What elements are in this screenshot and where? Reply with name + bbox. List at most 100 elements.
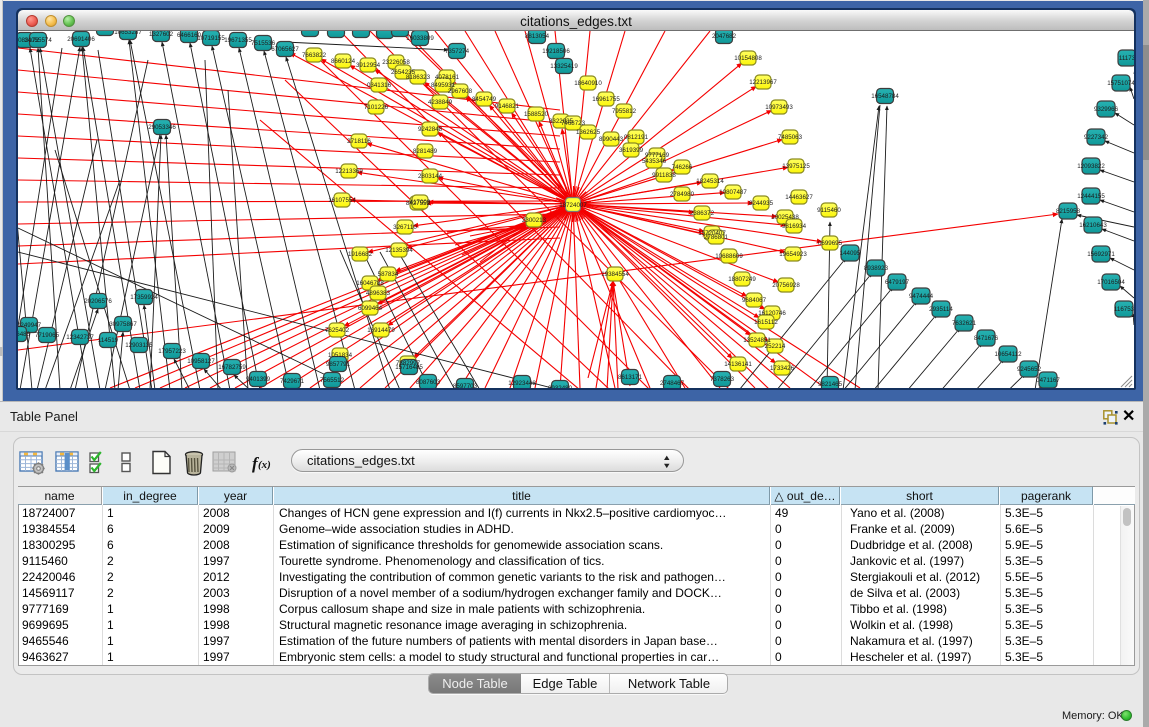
svg-text:18807249: 18807249 (728, 276, 756, 283)
svg-text:4238849: 4238849 (428, 99, 453, 106)
svg-text:7625402: 7625402 (325, 327, 350, 334)
svg-text:8813054: 8813054 (525, 33, 550, 40)
svg-text:2967608: 2967608 (448, 88, 473, 95)
svg-text:13325419: 13325419 (550, 63, 578, 70)
svg-text:19671355: 19671355 (224, 37, 252, 44)
svg-text:18245314: 18245314 (696, 178, 724, 185)
svg-text:12213967: 12213967 (749, 79, 777, 86)
svg-text:8087603: 8087603 (416, 379, 441, 386)
svg-text:1916682: 1916682 (348, 251, 373, 258)
svg-text:1733426: 1733426 (770, 365, 795, 372)
svg-text:3267110: 3267110 (393, 224, 417, 231)
svg-text:7955812: 7955812 (612, 108, 637, 115)
svg-text:8454749: 8454749 (472, 96, 497, 103)
svg-text:14136141: 14136141 (724, 361, 752, 368)
svg-text:9242848: 9242848 (418, 126, 443, 133)
svg-text:2786801: 2786801 (704, 234, 729, 241)
svg-text:8990443: 8990443 (599, 136, 624, 143)
svg-text:10025438: 10025438 (771, 214, 799, 221)
svg-text:3619399: 3619399 (619, 147, 644, 154)
svg-text:1746488: 1746488 (18, 331, 31, 338)
svg-text:9146821: 9146821 (495, 103, 520, 110)
svg-text:2047682: 2047682 (712, 33, 737, 40)
svg-text:114519: 114519 (98, 337, 119, 344)
svg-text:8660124: 8660124 (331, 58, 356, 65)
svg-text:20206576: 20206576 (84, 298, 112, 305)
svg-text:0471167: 0471167 (1036, 377, 1060, 384)
svg-text:0932480: 0932480 (548, 385, 573, 388)
svg-text:0699695: 0699695 (818, 240, 843, 247)
svg-text:12923448: 12923448 (508, 380, 536, 387)
svg-text:15716485: 15716485 (395, 364, 423, 371)
svg-text:12903135: 12903135 (125, 342, 153, 349)
svg-text:8244935: 8244935 (749, 200, 774, 207)
svg-text:4078161: 4078161 (435, 74, 460, 81)
svg-text:18724007: 18724007 (559, 202, 587, 209)
svg-text:15692971: 15692971 (1087, 251, 1115, 258)
svg-text:0341316: 0341316 (367, 82, 392, 89)
svg-text:2748467: 2748467 (660, 380, 685, 387)
svg-text:67065627: 67065627 (271, 46, 299, 53)
svg-text:5435346: 5435346 (642, 158, 667, 165)
svg-text:10654112: 10654112 (994, 351, 1022, 358)
svg-text:2300213: 2300213 (522, 217, 547, 224)
svg-text:9911838: 9911838 (652, 172, 676, 179)
svg-text:1327602: 1327602 (149, 31, 174, 38)
svg-text:11173: 11173 (1119, 55, 1134, 62)
svg-text:7357274: 7357274 (445, 48, 470, 55)
svg-text:9227342: 9227342 (1084, 134, 1109, 141)
svg-text:29053346: 29053346 (148, 124, 176, 131)
svg-text:9474444: 9474444 (909, 293, 934, 300)
svg-text:1051834: 1051834 (328, 352, 353, 359)
svg-text:12444155: 12444155 (1077, 193, 1105, 200)
svg-text:8215958: 8215958 (1056, 208, 1081, 215)
svg-text:13975125: 13975125 (782, 163, 810, 170)
svg-text:746266: 746266 (672, 164, 693, 171)
svg-text:8186323: 8186323 (406, 74, 431, 81)
svg-text:3912954: 3912954 (356, 62, 381, 69)
svg-text:9684067: 9684067 (742, 297, 767, 304)
svg-text:417008: 417008 (410, 199, 431, 206)
svg-text:2718116: 2718116 (347, 138, 371, 145)
svg-text:10653287: 10653287 (114, 31, 142, 36)
svg-text:16782759: 16782759 (218, 364, 246, 371)
svg-text:7719065: 7719065 (35, 332, 60, 339)
svg-text:1362625: 1362625 (576, 129, 601, 136)
svg-text:9401399: 9401399 (246, 376, 271, 383)
svg-text:7632621: 7632621 (952, 320, 977, 327)
svg-text:16107554: 16107554 (328, 197, 356, 204)
svg-text:8613171: 8613171 (618, 374, 643, 381)
svg-text:16046788: 16046788 (356, 280, 384, 287)
svg-text:7378263: 7378263 (710, 376, 735, 383)
svg-text:0812191: 0812191 (624, 134, 649, 141)
svg-text:23226058: 23226058 (382, 59, 410, 66)
svg-text:252214: 252214 (765, 343, 786, 350)
svg-text:17359924: 17359924 (130, 294, 158, 301)
svg-text:14055574: 14055574 (24, 37, 52, 44)
svg-text:9816934: 9816934 (782, 223, 807, 230)
svg-text:7663822: 7663822 (302, 52, 327, 59)
svg-text:7468723: 7468723 (561, 120, 586, 127)
svg-text:2784980: 2784980 (670, 191, 695, 198)
svg-text:6479197: 6479197 (885, 279, 910, 286)
svg-text:8471676: 8471676 (974, 335, 999, 342)
svg-text:8281489: 8281489 (413, 148, 438, 155)
svg-text:14463627: 14463627 (785, 194, 813, 201)
svg-text:2935114: 2935114 (929, 306, 953, 313)
svg-text:20691406: 20691406 (67, 36, 95, 43)
svg-text:4896383: 4896383 (366, 290, 391, 297)
svg-text:144095: 144095 (840, 250, 861, 257)
svg-text:0249947: 0249947 (18, 322, 42, 329)
svg-text:10973493: 10973493 (765, 104, 793, 111)
svg-text:16033809: 16033809 (406, 35, 434, 42)
svg-text:30975867: 30975867 (109, 321, 137, 328)
svg-text:18640910: 18640910 (574, 80, 602, 87)
svg-text:9329966: 9329966 (1094, 106, 1119, 113)
svg-text:7565512: 7565512 (320, 377, 345, 384)
svg-text:15751074: 15751074 (1107, 80, 1134, 87)
svg-text:116753: 116753 (1114, 306, 1134, 313)
svg-text:12213369: 12213369 (335, 168, 363, 175)
svg-text:16548784: 16548784 (871, 93, 899, 100)
svg-text:7429671: 7429671 (280, 378, 305, 385)
svg-text:19384554: 19384554 (601, 271, 629, 278)
